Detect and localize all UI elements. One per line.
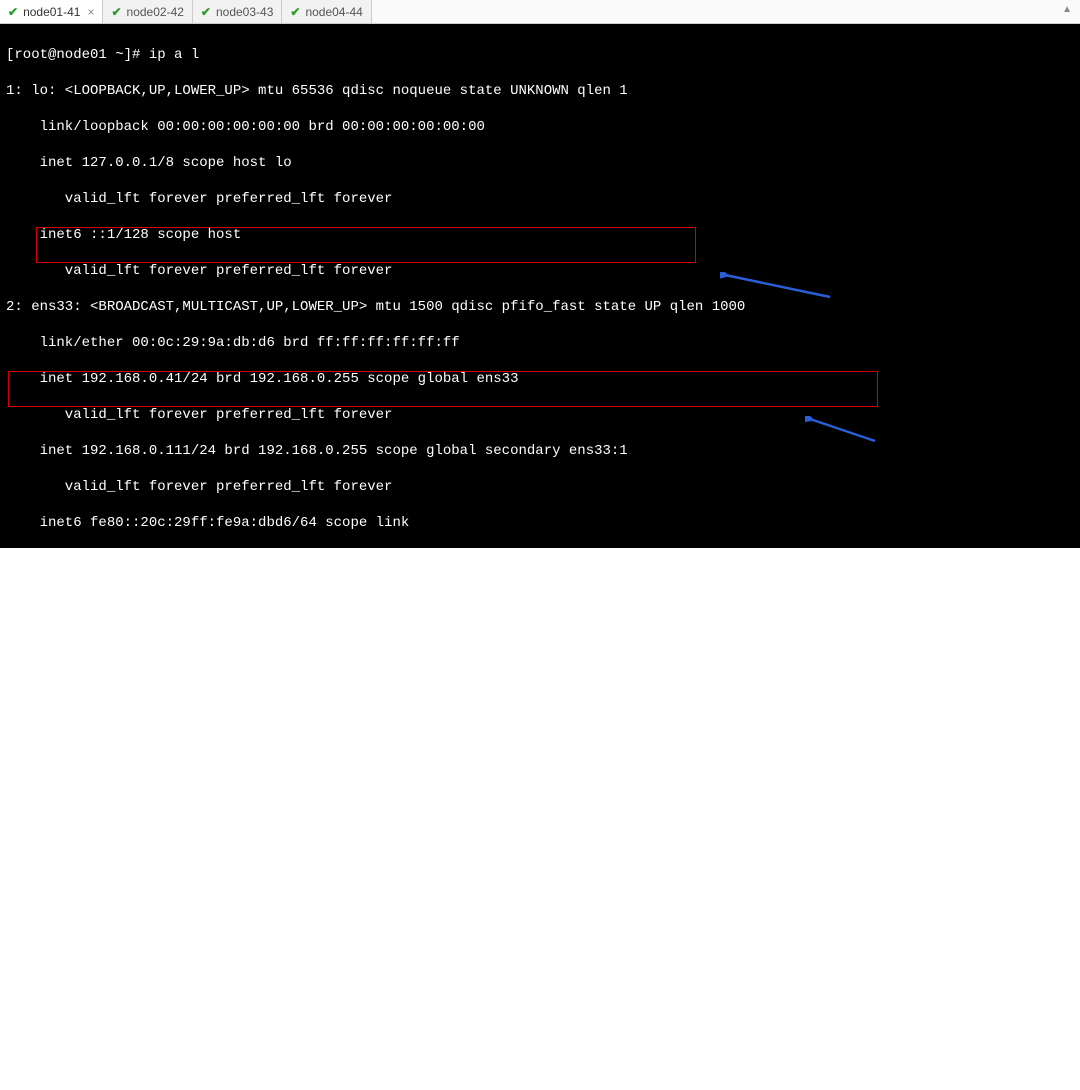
chain-input-header: Chain INPUT (policy ACCEPT 1619 packets,… bbox=[6, 622, 1074, 640]
output-line: inet6 ::1/128 scope host bbox=[6, 226, 1074, 244]
tab-node04[interactable]: ✔ node04-44 bbox=[282, 0, 371, 23]
output-line: valid_lft forever preferred_lft forever bbox=[6, 262, 1074, 280]
chain-output-header: Chain OUTPUT (policy ACCEPT 2474 packets… bbox=[6, 874, 1074, 892]
tab-label: node02-42 bbox=[127, 5, 184, 19]
tab-label: node01-41 bbox=[23, 5, 80, 19]
tab-label: node04-44 bbox=[305, 5, 362, 19]
shell-prompt: [root@node01 ~]# bbox=[6, 946, 1074, 964]
shell-prompt: [root@node01 ~]# bbox=[6, 587, 149, 603]
output-line: inet 127.0.0.1/8 scope host lo bbox=[6, 154, 1074, 172]
chain-forward-header: Chain FORWARD (policy ACCEPT 0 packets, … bbox=[6, 766, 1074, 784]
iptables-row: 6 304 DROP all -- * * 0.0.0.0/0 192.168.… bbox=[6, 694, 1074, 712]
iptables-columns: pkts bytes target prot opt in out source… bbox=[6, 658, 1074, 676]
command-text: ip a l bbox=[149, 47, 199, 63]
check-icon: ✔ bbox=[8, 5, 18, 19]
check-icon: ✔ bbox=[111, 5, 121, 19]
terminal-output[interactable]: [root@node01 ~]# ip a l 1: lo: <LOOPBACK… bbox=[0, 24, 1080, 548]
output-line: inet6 fe80::20c:29ff:fe9a:dbd6/64 scope … bbox=[6, 514, 1074, 532]
shell-prompt: [root@node01 ~]# bbox=[6, 47, 149, 63]
output-line: 2: ens33: <BROADCAST,MULTICAST,UP,LOWER_… bbox=[6, 298, 1074, 316]
tab-bar: ✔ node01-41 × ✔ node02-42 ✔ node03-43 ✔ … bbox=[0, 0, 1080, 24]
command-text: iptables -nvL bbox=[149, 587, 258, 603]
tab-node01[interactable]: ✔ node01-41 × bbox=[0, 0, 103, 23]
iptables-columns: pkts bytes target prot opt in out source… bbox=[6, 802, 1074, 820]
tab-label: node03-43 bbox=[216, 5, 273, 19]
tab-node02[interactable]: ✔ node02-42 bbox=[103, 0, 192, 23]
output-line: 1: lo: <LOOPBACK,UP,LOWER_UP> mtu 65536 … bbox=[6, 82, 1074, 100]
tab-node03[interactable]: ✔ node03-43 bbox=[193, 0, 282, 23]
output-line bbox=[6, 730, 1074, 748]
close-icon[interactable]: × bbox=[87, 5, 94, 19]
output-line: valid_lft forever preferred_lft forever bbox=[6, 406, 1074, 424]
output-line: link/loopback 00:00:00:00:00:00 brd 00:0… bbox=[6, 118, 1074, 136]
check-icon: ✔ bbox=[201, 5, 211, 19]
check-icon: ✔ bbox=[290, 5, 300, 19]
output-line: valid_lft forever preferred_lft forever bbox=[6, 478, 1074, 496]
output-line bbox=[6, 838, 1074, 856]
output-line: valid_lft forever preferred_lft forever bbox=[6, 550, 1074, 568]
output-line: valid_lft forever preferred_lft forever bbox=[6, 190, 1074, 208]
output-line: link/ether 00:0c:29:9a:db:d6 brd ff:ff:f… bbox=[6, 334, 1074, 352]
scroll-up-icon[interactable]: ▲ bbox=[1062, 4, 1072, 15]
iptables-columns: pkts bytes target prot opt in out source… bbox=[6, 910, 1074, 928]
output-line: inet 192.168.0.41/24 brd 192.168.0.255 s… bbox=[6, 370, 1074, 388]
output-line: inet 192.168.0.111/24 brd 192.168.0.255 … bbox=[6, 442, 1074, 460]
